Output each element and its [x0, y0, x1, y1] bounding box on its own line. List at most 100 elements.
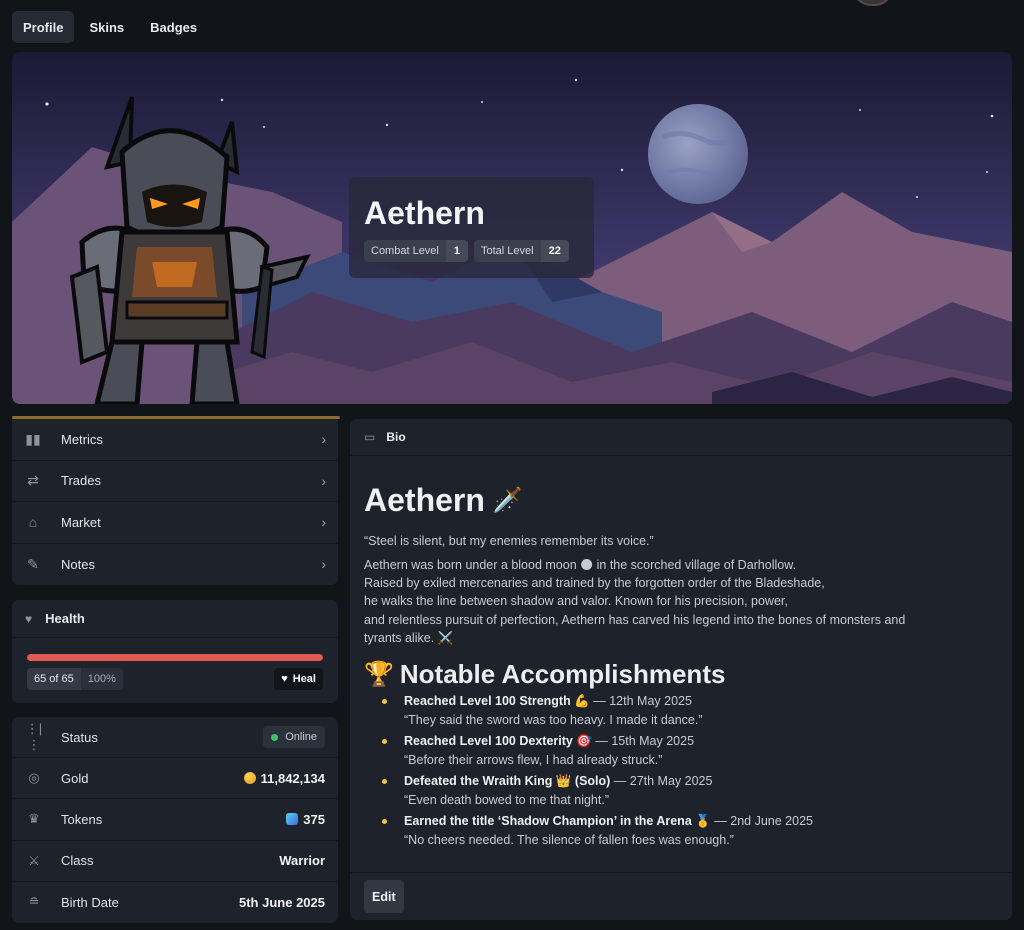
signal-icon: ⋮|⋮	[25, 721, 43, 753]
stat-label: Class	[61, 853, 94, 869]
user-avatar[interactable]	[853, 0, 893, 6]
bio-panel: ▭ Bio Aethern 🗡️ “Steel is silent, but m…	[350, 419, 1012, 920]
chevron-right-icon: ›	[321, 556, 326, 573]
total-level-value: 22	[540, 240, 569, 262]
menu-item-label: Market	[61, 514, 101, 530]
stat-birth-date: ≘ Birth Date 5th June 2025	[12, 882, 338, 923]
top-tabs: Profile Skins Badges	[12, 11, 208, 43]
crown-icon: ♛	[28, 811, 40, 827]
stat-class: ⚔ Class Warrior	[12, 841, 338, 882]
heart-icon: ♥	[281, 673, 288, 685]
health-readout: 65 of 65 100%	[27, 668, 123, 690]
menu-item-market[interactable]: ⌂ Market ›	[12, 502, 338, 544]
token-icon	[286, 813, 299, 826]
stat-label: Tokens	[61, 811, 103, 827]
chevron-right-icon: ›	[321, 472, 326, 489]
list-item: Defeated the Wraith King 👑 (Solo) — 27th…	[382, 772, 998, 810]
chevron-right-icon: ›	[321, 514, 326, 531]
accomplishment-quote: “Before their arrows flew, I had already…	[404, 753, 663, 768]
gold-value: 11,842,134	[260, 770, 325, 786]
list-item: Reached Level 100 Dexterity 🎯 — 15th May…	[382, 732, 998, 770]
birth-date-value: 5th June 2025	[239, 894, 325, 910]
heal-label: Heal	[292, 673, 316, 685]
combat-level-badge: Combat Level 1	[364, 240, 468, 262]
profile-banner: Aethern Combat Level 1 Total Level 22	[12, 52, 1012, 404]
accomplishment-date: — 12th May 2025	[589, 694, 692, 709]
tab-profile[interactable]: Profile	[12, 11, 75, 43]
health-percent: 100%	[80, 668, 123, 690]
trophy-icon: 🏆	[364, 661, 394, 689]
online-dot-icon	[271, 733, 279, 741]
menu-item-label: Notes	[61, 556, 95, 572]
bio-quote: “Steel is silent, but my enemies remembe…	[364, 534, 654, 548]
edit-button[interactable]: Edit	[364, 880, 404, 913]
heart-icon: ♥	[25, 611, 33, 626]
gold-coin-icon	[243, 772, 256, 785]
stat-gold: ◎ Gold 11,842,134	[12, 758, 338, 800]
stats-panel: ⋮|⋮ Status Online ◎ Gold 11,842,134 ♛ To…	[12, 717, 338, 923]
storefront-icon: ⌂	[28, 514, 38, 531]
cake-icon: ≘	[28, 894, 40, 910]
menu-item-label: Metrics	[61, 431, 103, 447]
accomplishment-title: Reached Level 100 Dexterity 🎯	[404, 734, 592, 749]
tab-badges[interactable]: Badges	[139, 11, 208, 43]
stat-label: Status	[61, 729, 98, 745]
stat-tokens: ♛ Tokens 375	[12, 799, 338, 841]
bio-header: ▭ Bio	[350, 419, 1012, 456]
bio-title-text: Aethern	[364, 482, 485, 518]
character-name: Aethern	[364, 195, 485, 231]
tokens-value: 375	[303, 811, 325, 827]
accomplishment-quote: “Even death bowed to me that night.”	[404, 793, 609, 808]
dagger-icon: 🗡️	[492, 487, 523, 514]
edit-note-icon: ✎	[27, 555, 39, 572]
accomplishment-title: Defeated the Wraith King 👑 (Solo)	[404, 774, 611, 789]
heal-button[interactable]: ♥ Heal	[274, 668, 323, 690]
bio-title: Aethern 🗡️	[364, 482, 998, 519]
total-level-label: Total Level	[481, 245, 534, 257]
health-title: Health	[45, 611, 85, 626]
stat-label: Gold	[61, 770, 89, 786]
bio-story-line: and relentless pursuit of perfection, Ae…	[364, 612, 906, 627]
accomplishment-date: — 15th May 2025	[591, 734, 695, 749]
accomplishment-title: Reached Level 100 Strength 💪	[404, 694, 590, 709]
stat-status: ⋮|⋮ Status Online	[12, 717, 338, 759]
bio-story: Aethern was born under a blood moon 🌑 in…	[364, 556, 998, 647]
bio-story-line: tyrants alike. ⚔️	[364, 630, 454, 645]
swap-arrows-icon: ⇄	[27, 472, 39, 489]
accomplishment-date: — 2nd June 2025	[710, 814, 813, 829]
accomplishment-quote: “No cheers needed. The silence of fallen…	[404, 833, 734, 848]
accomplishment-date: — 27th May 2025	[610, 774, 713, 789]
bio-footer: Edit	[350, 872, 1012, 920]
list-item: Earned the title ‘Shadow Champion’ in th…	[382, 812, 998, 850]
tab-skins[interactable]: Skins	[78, 11, 135, 43]
health-current: 65 of 65	[27, 668, 81, 690]
menu-item-trades[interactable]: ⇄ Trades ›	[12, 461, 338, 502]
health-bar	[27, 654, 323, 661]
accomplishments-heading: 🏆 Notable Accomplishments	[364, 659, 998, 690]
health-header: ♥ Health	[12, 600, 338, 638]
list-item: Reached Level 100 Strength 💪 — 12th May …	[382, 692, 998, 730]
stat-label: Birth Date	[61, 894, 119, 910]
combat-level-label: Combat Level	[371, 245, 439, 257]
class-value: Warrior	[279, 853, 325, 869]
combat-level-value: 1	[445, 240, 468, 262]
status-badge: Online	[263, 726, 325, 749]
bio-story-line: Raised by exiled mercenaries and trained…	[364, 576, 825, 591]
menu-item-label: Trades	[61, 473, 101, 489]
menu-item-metrics[interactable]: ▮▮ Metrics ›	[12, 419, 338, 461]
status-value: Online	[285, 731, 317, 744]
character-name-card: Aethern Combat Level 1 Total Level 22	[349, 177, 594, 278]
accomplishments-title: Notable Accomplishments	[399, 659, 726, 690]
accomplishment-title: Earned the title ‘Shadow Champion’ in th…	[404, 814, 711, 829]
bio-story-line: Aethern was born under a blood moon 🌑 in…	[364, 558, 797, 572]
coins-icon: ◎	[28, 770, 40, 786]
profile-menu: ▮▮ Metrics › ⇄ Trades › ⌂ Market › ✎ Not…	[12, 419, 338, 585]
bar-chart-icon: ▮▮	[25, 430, 41, 447]
bio-header-label: Bio	[386, 430, 406, 444]
total-level-badge: Total Level 22	[474, 240, 569, 262]
menu-item-notes[interactable]: ✎ Notes ›	[12, 544, 338, 586]
bio-story-line: he walks the line between shadow and val…	[364, 594, 788, 609]
accomplishment-quote: “They said the sword was too heavy. I ma…	[404, 713, 703, 728]
health-bar-fill	[27, 654, 323, 661]
accomplishments-list: Reached Level 100 Strength 💪 — 12th May …	[364, 692, 998, 850]
